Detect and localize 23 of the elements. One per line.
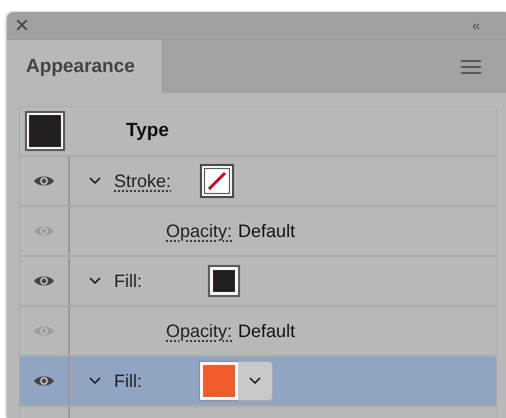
chevron-down-icon[interactable] — [248, 376, 262, 386]
appearance-row[interactable]: Opacity: Default — [20, 207, 496, 257]
appearance-row[interactable]: Stroke: — [20, 157, 496, 207]
chevron-down-icon[interactable] — [88, 276, 102, 286]
menu-icon[interactable] — [460, 58, 482, 74]
collapse-button[interactable]: ‹‹ — [472, 18, 479, 33]
color-swatch[interactable] — [200, 362, 238, 400]
stroke-link[interactable]: Stroke: — [114, 170, 200, 192]
object-type-label: Type — [126, 120, 169, 142]
opacity-value: Default — [238, 220, 296, 242]
chevron-down-icon[interactable] — [88, 176, 102, 186]
fill-label: Fill: — [114, 270, 143, 292]
color-swatch[interactable] — [210, 267, 238, 295]
panel-tab[interactable]: Appearance — [7, 40, 163, 93]
chevron-down-icon[interactable] — [88, 376, 102, 386]
opacity-value: Default — [238, 320, 296, 342]
appearance-row[interactable]: Fill: — [20, 257, 496, 307]
close-button[interactable]: × — [15, 14, 30, 38]
fill-label: Fill: — [114, 370, 143, 392]
opacity-link[interactable]: Opacity: — [166, 320, 232, 342]
no-color-swatch[interactable] — [200, 164, 234, 198]
opacity-link[interactable]: Opacity: — [166, 220, 232, 242]
appearance-row[interactable]: Fill: — [20, 357, 496, 407]
